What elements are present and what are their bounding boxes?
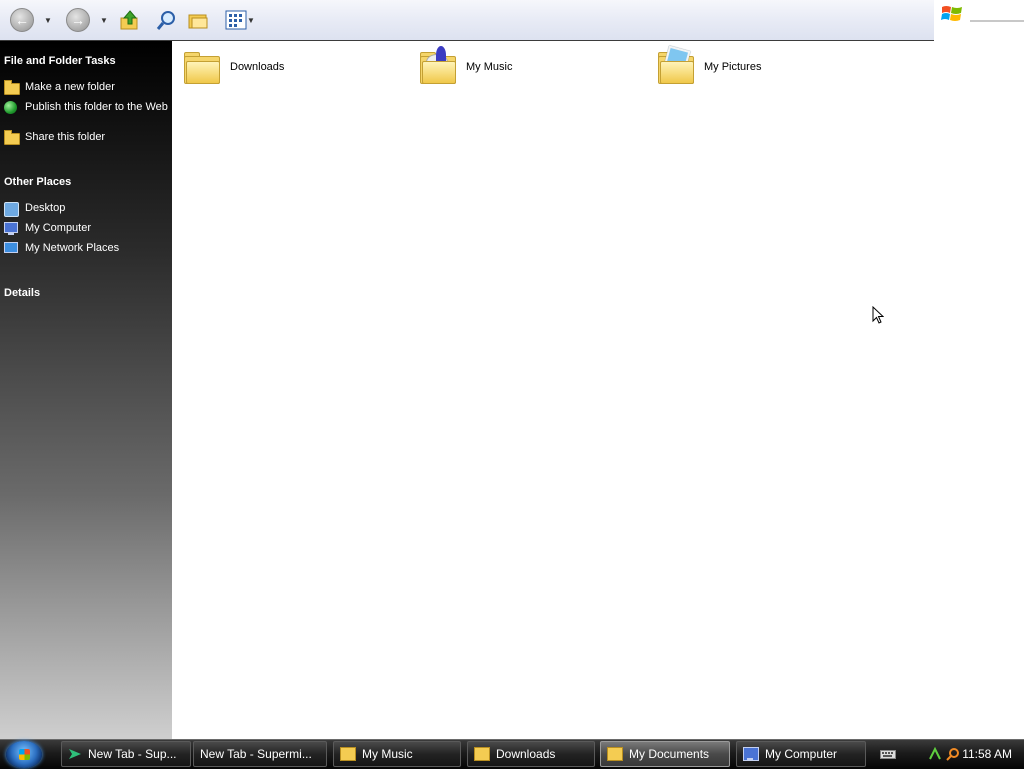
keyboard-icon[interactable]	[880, 749, 896, 759]
views-button[interactable]: ▼	[222, 8, 258, 32]
taskbar-button-new-tab-1[interactable]: New Tab - Sup...	[61, 741, 191, 767]
task-label: Share this folder	[25, 131, 106, 143]
my-computer-link[interactable]: My Computer	[4, 222, 168, 236]
forward-history-dropdown[interactable]: ▼	[100, 8, 108, 32]
taskbar-button-label: Downloads	[496, 747, 556, 761]
windows-logo-icon	[19, 749, 30, 760]
windows-logo-icon	[941, 6, 962, 21]
taskbar-button-my-documents[interactable]: My Documents	[600, 741, 730, 767]
forward-button[interactable]: →	[66, 8, 90, 32]
folder-item-my-music[interactable]: My Music	[418, 46, 513, 86]
folders-icon	[188, 14, 208, 29]
up-button[interactable]	[118, 8, 142, 32]
publish-folder-task[interactable]: Publish this folder to the Web	[4, 101, 168, 115]
brand-divider	[970, 20, 1024, 22]
make-new-folder-task[interactable]: Make a new folder	[4, 80, 168, 95]
taskbar-button-label: My Documents	[629, 747, 710, 761]
my-computer-icon	[743, 747, 759, 761]
search-button[interactable]	[154, 8, 178, 32]
place-label: My Computer	[25, 222, 92, 234]
back-history-dropdown[interactable]: ▼	[44, 8, 52, 32]
taskbar-button-label: My Music	[362, 747, 413, 761]
taskbar-button-new-tab-2[interactable]: New Tab - Supermi...	[193, 741, 327, 767]
taskbar-button-my-computer[interactable]: My Computer	[736, 741, 866, 767]
chevron-down-icon: ▼	[44, 15, 52, 25]
music-folder-icon	[418, 46, 456, 86]
network-places-link[interactable]: My Network Places	[4, 242, 168, 256]
folder-label: My Pictures	[704, 61, 762, 73]
up-folder-icon	[120, 10, 138, 30]
mouse-cursor-icon	[872, 306, 884, 324]
start-button[interactable]	[6, 741, 42, 768]
chevron-down-icon: ▼	[247, 15, 255, 25]
back-arrow-icon: ←	[10, 8, 34, 32]
music-folder-icon	[340, 747, 356, 761]
other-places-title[interactable]: Other Places	[4, 176, 71, 188]
folders-button[interactable]	[186, 8, 210, 32]
documents-folder-icon	[607, 747, 623, 761]
search-icon	[156, 11, 175, 30]
taskbar-button-downloads[interactable]: Downloads	[467, 741, 595, 767]
folder-icon	[474, 747, 490, 761]
details-title[interactable]: Details	[4, 287, 40, 299]
folder-label: My Music	[466, 61, 513, 73]
folder-item-my-pictures[interactable]: My Pictures	[656, 45, 762, 86]
share-folder-task[interactable]: Share this folder	[4, 130, 168, 145]
search-icon[interactable]	[946, 747, 960, 761]
taskbar-button-label: My Computer	[765, 747, 838, 761]
clock[interactable]: 11:58 AM	[962, 747, 1012, 761]
forward-arrow-icon: →	[66, 8, 90, 32]
chevron-down-icon: ▼	[100, 15, 108, 25]
my-computer-icon	[4, 222, 19, 236]
browser-icon	[69, 749, 81, 759]
back-button[interactable]: ←	[10, 8, 34, 32]
desktop-icon	[4, 202, 19, 217]
file-folder-tasks-title[interactable]: File and Folder Tasks	[4, 55, 116, 67]
toolbar: ← ▼ → ▼ ▼	[0, 0, 934, 41]
place-label: My Network Places	[25, 242, 120, 254]
share-folder-icon	[4, 130, 20, 145]
taskbar-button-label: New Tab - Supermi...	[200, 747, 312, 761]
task-pane: File and Folder Tasks Make a new folder …	[0, 41, 172, 739]
new-folder-icon	[4, 80, 20, 95]
taskbar-button-label: New Tab - Sup...	[88, 747, 177, 761]
publish-web-icon	[4, 101, 19, 115]
views-icon	[225, 10, 247, 30]
place-label: Desktop	[25, 202, 66, 214]
folder-label: Downloads	[230, 61, 285, 73]
pictures-folder-icon	[656, 45, 694, 86]
system-tray: 11:58 AM	[872, 741, 1024, 767]
task-label: Make a new folder	[25, 81, 115, 93]
network-icon[interactable]	[928, 747, 942, 761]
desktop-link[interactable]: Desktop	[4, 202, 168, 217]
task-label: Publish this folder to the Web	[25, 101, 168, 113]
folder-item-downloads[interactable]: Downloads	[182, 48, 284, 86]
folder-icon	[182, 48, 220, 86]
taskbar-button-my-music[interactable]: My Music	[333, 741, 461, 767]
network-places-icon	[4, 242, 19, 256]
taskbar: New Tab - Sup... New Tab - Supermi... My…	[0, 739, 1024, 769]
